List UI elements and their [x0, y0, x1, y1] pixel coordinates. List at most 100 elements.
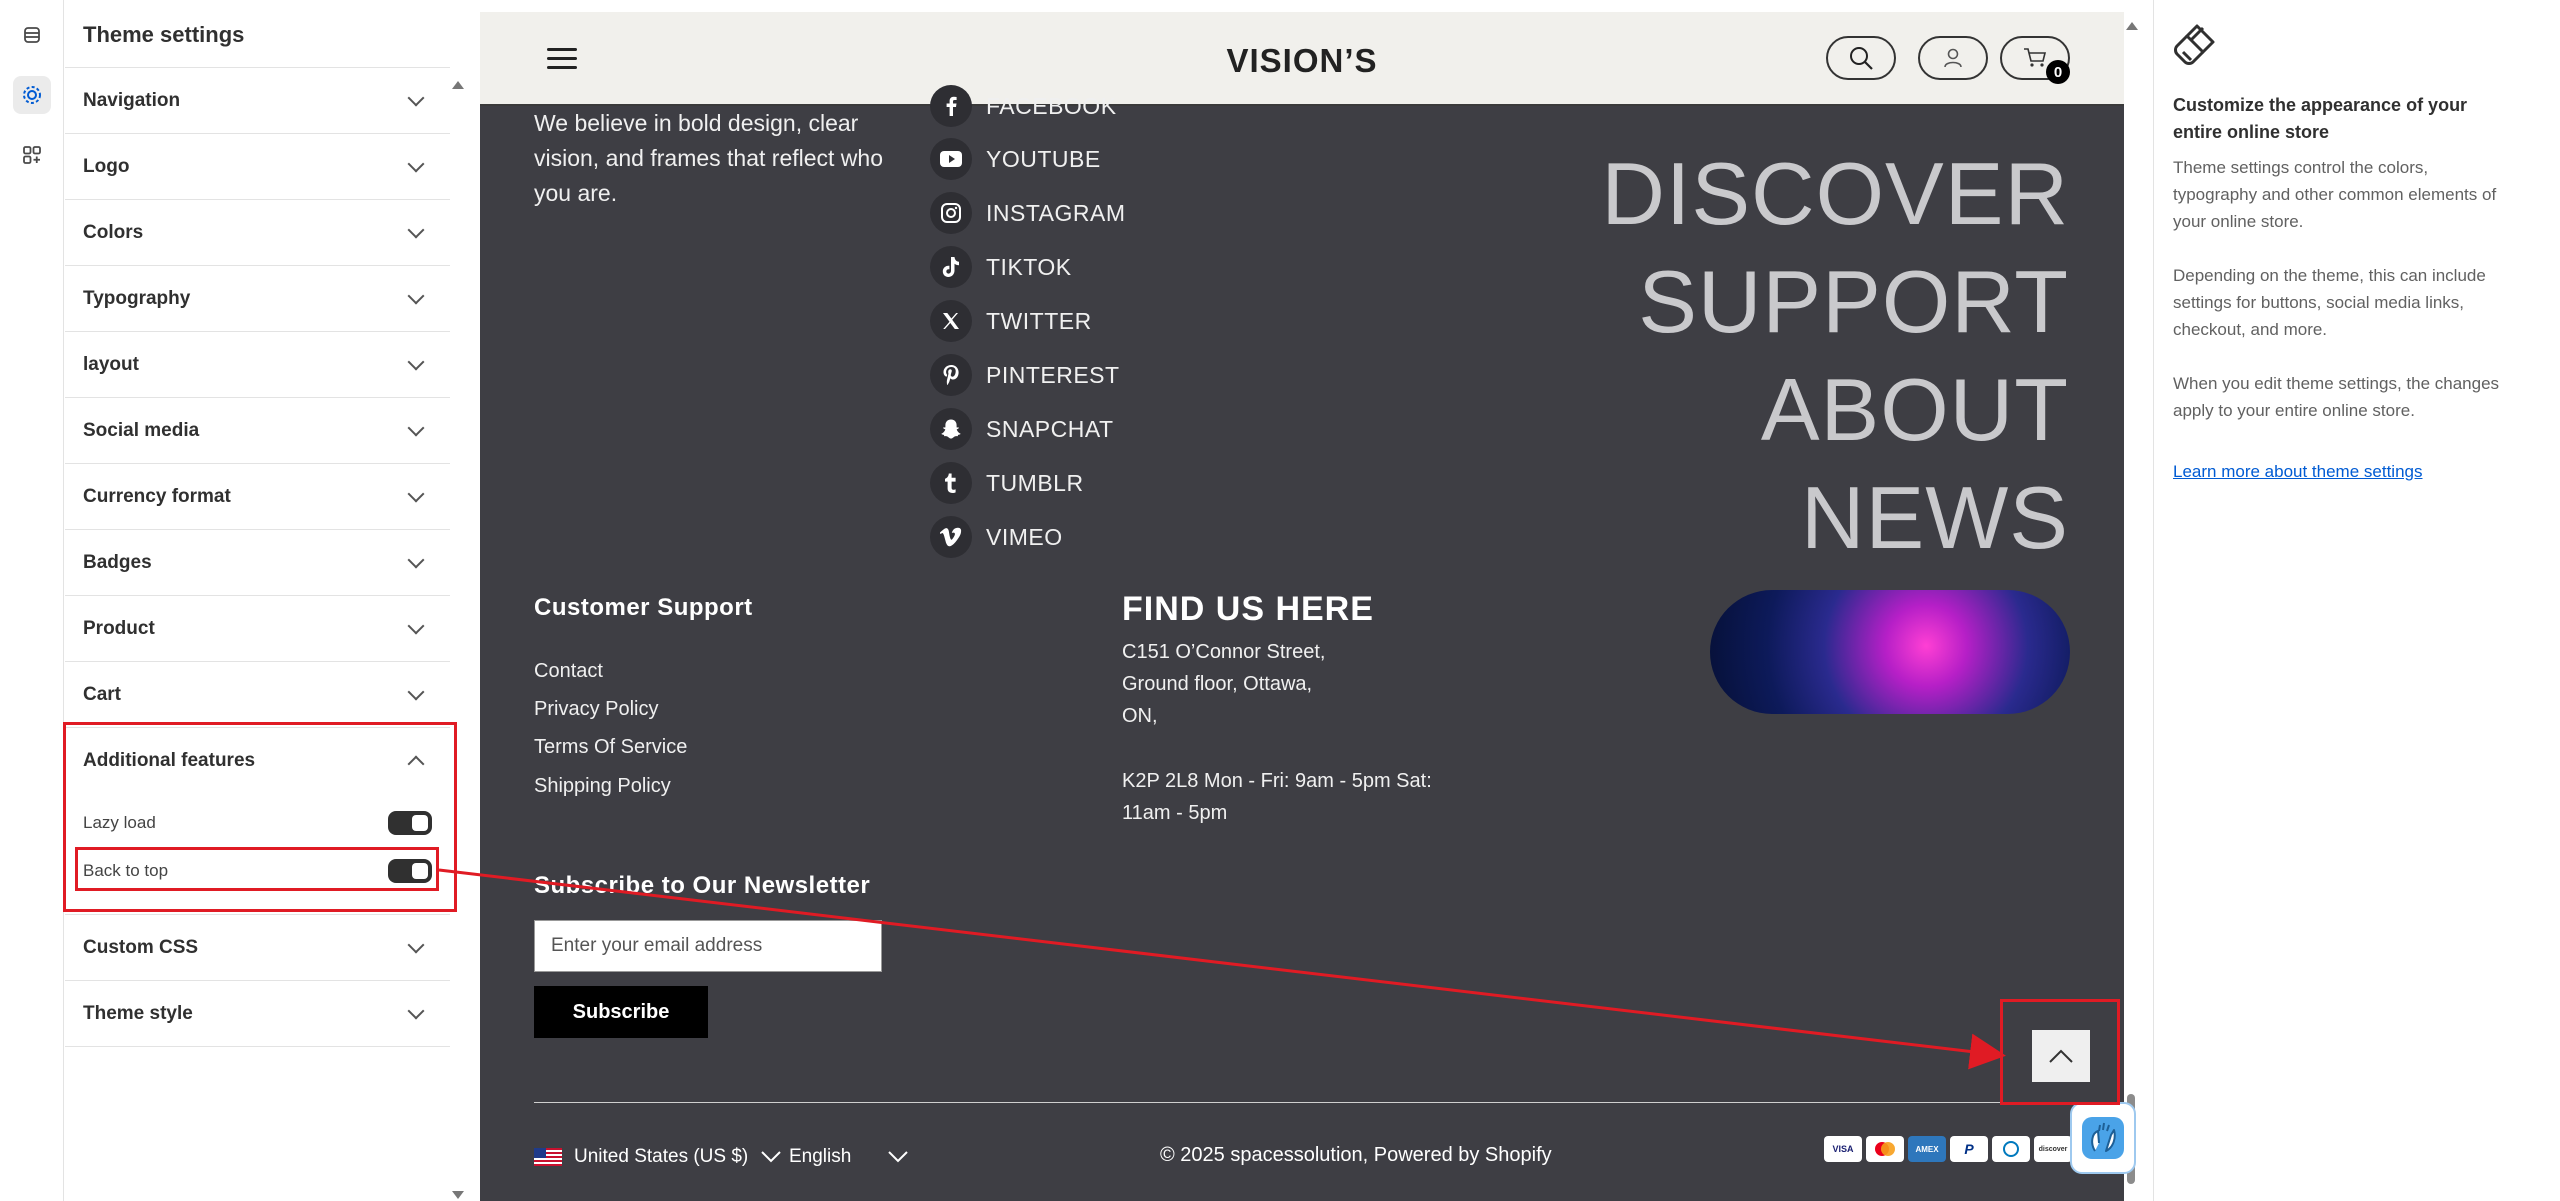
- subscribe-button[interactable]: Subscribe: [534, 986, 708, 1038]
- toggle-knob: [412, 815, 428, 831]
- back-to-top-button[interactable]: [2032, 1030, 2090, 1082]
- nav-link-about[interactable]: ABOUT: [1601, 356, 2069, 464]
- section-label: Social media: [83, 419, 200, 441]
- section-theme-style[interactable]: Theme style: [65, 981, 450, 1047]
- footer-big-nav: DISCOVER SUPPORT ABOUT NEWS: [1601, 140, 2069, 572]
- section-social-media[interactable]: Social media: [65, 398, 450, 464]
- scroll-up-arrow-icon[interactable]: [2125, 20, 2139, 32]
- chevron-down-icon: [407, 485, 425, 502]
- section-label: Cart: [83, 683, 122, 705]
- section-label: Colors: [83, 221, 144, 243]
- country-selector[interactable]: United States (US $): [534, 1146, 782, 1168]
- section-label: Navigation: [83, 89, 181, 111]
- section-typography[interactable]: Typography: [65, 266, 450, 332]
- chevron-down-icon: [407, 353, 425, 370]
- section-cart[interactable]: Cart: [65, 662, 450, 728]
- us-flag-icon: [534, 1148, 562, 1166]
- info-heading: Customize the appearance of your entire …: [2173, 95, 2468, 142]
- pinterest-icon: [930, 354, 972, 396]
- social-label: TWITTER: [986, 307, 1092, 334]
- search-icon[interactable]: [1826, 36, 1896, 80]
- social-pinterest[interactable]: PINTEREST: [930, 353, 1120, 397]
- chevron-down-icon: [761, 1151, 781, 1163]
- address-line: 11am - 5pm: [1122, 802, 1228, 824]
- theme-settings-icon[interactable]: [13, 76, 51, 114]
- section-colors[interactable]: Colors: [65, 200, 450, 266]
- footer-link-shipping-policy[interactable]: Shipping Policy: [534, 775, 671, 798]
- sections-icon[interactable]: [13, 16, 51, 54]
- find-us-title: FIND US HERE: [1122, 590, 1374, 628]
- section-label: layout: [83, 353, 139, 375]
- section-layout[interactable]: layout: [65, 332, 450, 398]
- newsletter-email-input[interactable]: Enter your email address: [534, 920, 882, 972]
- store-preview: VISION’S 0 We believe in bold design, cl…: [480, 12, 2124, 1201]
- nav-link-discover[interactable]: DISCOVER: [1601, 140, 2069, 248]
- x-twitter-icon: [930, 300, 972, 342]
- language-selector[interactable]: English: [789, 1146, 909, 1168]
- footer-link-privacy-policy[interactable]: Privacy Policy: [534, 698, 658, 721]
- nav-link-support[interactable]: SUPPORT: [1601, 248, 2069, 356]
- social-label: VIMEO: [986, 523, 1063, 550]
- section-currency-format[interactable]: Currency format: [65, 464, 450, 530]
- address-line: ON,: [1122, 705, 1158, 727]
- address-line: K2P 2L8 Mon - Fri: 9am - 5pm Sat:: [1122, 770, 1432, 792]
- social-instagram[interactable]: INSTAGRAM: [930, 191, 1126, 235]
- chevron-down-icon: [407, 551, 425, 568]
- scroll-down-arrow-icon[interactable]: [451, 1190, 465, 1200]
- mastercard-icon: [1866, 1136, 1904, 1162]
- icon-rail: [0, 0, 64, 1201]
- nav-link-news[interactable]: NEWS: [1601, 464, 2069, 572]
- chevron-down-icon: [888, 1151, 909, 1163]
- visa-icon: VISA: [1824, 1136, 1862, 1162]
- social-facebook[interactable]: FACEBOOK: [930, 84, 1117, 128]
- info-panel: Customize the appearance of your entire …: [2153, 0, 2560, 1201]
- back-to-top-toggle[interactable]: [388, 859, 432, 883]
- section-additional-features: Additional features Lazy load Back to to…: [65, 728, 450, 915]
- chevron-down-icon: [407, 287, 425, 304]
- footer-divider: [534, 1102, 2070, 1103]
- address-line: Ground floor, Ottawa,: [1122, 673, 1313, 695]
- section-label: Product: [83, 617, 155, 639]
- section-product[interactable]: Product: [65, 596, 450, 662]
- apps-icon[interactable]: [13, 136, 51, 174]
- chevron-down-icon: [407, 221, 425, 238]
- social-label: PINTEREST: [986, 361, 1120, 388]
- section-navigation[interactable]: Navigation: [65, 68, 450, 134]
- chevron-down-icon: [407, 683, 425, 700]
- language-label: English: [789, 1146, 852, 1167]
- section-label: Typography: [83, 287, 191, 309]
- social-snapchat[interactable]: SNAPCHAT: [930, 407, 1114, 451]
- info-paragraph: Theme settings control the colors, typog…: [2173, 158, 2497, 231]
- social-vimeo[interactable]: VIMEO: [930, 515, 1063, 559]
- section-custom-css[interactable]: Custom CSS: [65, 915, 450, 981]
- social-youtube[interactable]: YOUTUBE: [930, 137, 1101, 181]
- scroll-up-arrow-icon[interactable]: [451, 76, 465, 96]
- footer-link-contact[interactable]: Contact: [534, 660, 603, 683]
- chevron-up-icon: [407, 755, 425, 773]
- section-logo[interactable]: Logo: [65, 134, 450, 200]
- social-tumblr[interactable]: TUMBLR: [930, 461, 1084, 505]
- section-additional-features-header[interactable]: Additional features: [65, 728, 450, 794]
- theme-settings-panel: Theme settings Navigation Logo Colors Ty…: [65, 0, 470, 1201]
- footer-tagline: We believe in bold design, clear vision,…: [534, 110, 883, 206]
- youtube-icon: [930, 138, 972, 180]
- chevron-down-icon: [407, 1002, 425, 1019]
- country-label: United States (US $): [574, 1146, 749, 1167]
- footer-link-terms-of-service[interactable]: Terms Of Service: [534, 736, 687, 759]
- lazy-load-toggle[interactable]: [388, 811, 432, 835]
- social-twitter[interactable]: TWITTER: [930, 299, 1092, 343]
- section-label: Custom CSS: [83, 936, 199, 958]
- chevron-down-icon: [407, 89, 425, 106]
- vimeo-icon: [930, 516, 972, 558]
- preview-scrollbar[interactable]: [2124, 12, 2140, 1201]
- section-badges[interactable]: Badges: [65, 530, 450, 596]
- social-tiktok[interactable]: TIKTOK: [930, 245, 1072, 289]
- back-to-top-row: Back to top: [83, 855, 432, 887]
- amex-icon: AMEX: [1908, 1136, 1946, 1162]
- diners-icon: [1992, 1136, 2030, 1162]
- learn-more-link[interactable]: Learn more about theme settings: [2173, 462, 2422, 482]
- chat-widget-icon[interactable]: [2070, 1102, 2136, 1174]
- tiktok-icon: [930, 246, 972, 288]
- toggle-label: Back to top: [83, 861, 169, 880]
- account-icon[interactable]: [1918, 36, 1988, 80]
